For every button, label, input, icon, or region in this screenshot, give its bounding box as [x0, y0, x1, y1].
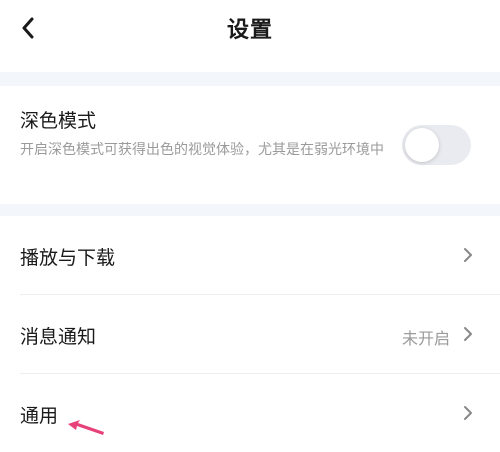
list-item-playback-download[interactable]: 播放与下载: [0, 216, 500, 294]
chevron-right-icon: [464, 327, 472, 341]
settings-list: 播放与下载 消息通知 未开启 通用: [0, 216, 500, 435]
list-item-label: 消息通知: [20, 326, 97, 348]
navigation-bar: 设置: [0, 0, 500, 72]
notification-status: 未开启: [401, 329, 450, 348]
dark-mode-description: 开启深色模式可获得出色的视觉体验，尤其是在弱光环境中: [20, 142, 384, 158]
dark-mode-title: 深色模式: [20, 110, 97, 132]
section-divider: [0, 72, 500, 86]
toggle-knob: [405, 128, 439, 162]
dark-mode-section: 深色模式 开启深色模式可获得出色的视觉体验，尤其是在弱光环境中: [0, 86, 500, 204]
chevron-right-icon: [464, 248, 472, 262]
list-item-label: 通用: [20, 405, 59, 427]
list-item-general[interactable]: 通用: [0, 374, 500, 452]
dark-mode-toggle[interactable]: [402, 125, 471, 165]
list-item-label: 播放与下载: [20, 247, 116, 269]
chevron-right-icon: [464, 406, 472, 420]
page-title: 设置: [226, 18, 273, 43]
annotation-arrow-icon: [68, 420, 104, 435]
section-divider: [0, 204, 500, 216]
list-item-notifications[interactable]: 消息通知 未开启: [0, 295, 500, 373]
